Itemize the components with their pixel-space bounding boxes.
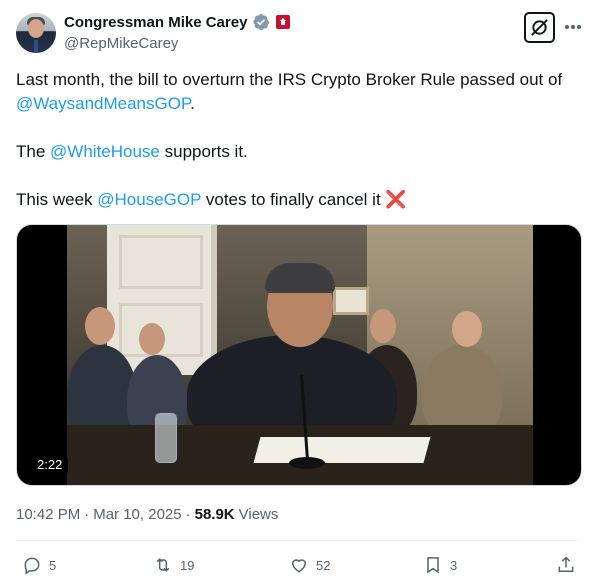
tweet-line-2-start: The: [16, 142, 51, 161]
more-icon: [565, 25, 581, 29]
reply-button[interactable]: 5: [22, 552, 56, 578]
meta-separator: ·: [185, 505, 191, 523]
like-count: 52: [316, 557, 331, 573]
share-button[interactable]: [556, 552, 576, 578]
microphone-base: [289, 457, 325, 469]
grok-icon: [531, 19, 548, 36]
divider: [16, 540, 582, 541]
tweet-line-3-end: votes to finally cancel it: [201, 190, 381, 209]
like-button[interactable]: 52: [289, 552, 330, 578]
house-seal-glyph: [280, 18, 287, 25]
bookmark-count: 3: [450, 557, 458, 573]
cross-mark-emoji: ❌: [385, 190, 407, 209]
tweet-meta: 10:42 PM · Mar 10, 2025 · 58.9K Views: [16, 504, 278, 524]
wall-frame: [333, 287, 369, 315]
person-right-1-head: [370, 309, 396, 343]
video-duration-badge: 2:22: [31, 455, 69, 475]
more-button[interactable]: [562, 14, 584, 40]
person-right-2-head: [452, 311, 482, 347]
person-left-head: [85, 307, 115, 345]
repost-button[interactable]: 19: [153, 552, 194, 578]
handle[interactable]: @RepMikeCarey: [64, 35, 290, 52]
reply-count: 5: [49, 557, 57, 573]
tweet-line-1-end: .: [190, 94, 195, 113]
like-icon: [291, 559, 307, 573]
avatar[interactable]: [16, 13, 56, 53]
tweet-line-1: Last month, the bill to overturn the IRS…: [16, 68, 582, 92]
tweet-date[interactable]: Mar 10, 2025: [93, 506, 181, 523]
mention-whitehouse[interactable]: @WhiteHouse: [50, 142, 160, 161]
repost-icon: [156, 558, 170, 572]
views-count: 58.9K: [194, 505, 235, 523]
repost-count: 19: [180, 557, 195, 573]
reply-icon: [24, 557, 40, 575]
bookmark-button[interactable]: 3: [423, 552, 457, 578]
grok-button[interactable]: [524, 12, 555, 43]
video-frame: [67, 225, 533, 485]
mention-waysandmeansgop[interactable]: @WaysandMeansGOP: [16, 94, 190, 113]
tweet-line-1b: @WaysandMeansGOP.: [16, 92, 582, 116]
share-icon: [558, 556, 574, 572]
tweet-text: Last month, the bill to overturn the IRS…: [16, 68, 582, 212]
display-name[interactable]: Congressman Mike Carey: [64, 14, 247, 31]
views-label: Views: [238, 505, 279, 523]
meta-separator: ·: [84, 505, 90, 523]
tweet-line-2: The @WhiteHouse supports it.: [16, 140, 582, 164]
avatar-tie: [34, 40, 38, 53]
bookmark-icon: [427, 557, 439, 574]
tweet-line-3-start: This week: [16, 190, 98, 209]
mention-housegop[interactable]: @HouseGOP: [97, 190, 201, 209]
verified-badge-icon[interactable]: [252, 13, 270, 31]
action-bar: 5 19 52 3: [0, 552, 598, 578]
papers: [253, 437, 431, 463]
tweet-line-3: This week @HouseGOP votes to finally can…: [16, 188, 582, 212]
avatar-face: [28, 19, 44, 38]
house-affiliation-icon[interactable]: [276, 15, 291, 29]
door-panel: [119, 235, 203, 289]
tweet-time[interactable]: 10:42 PM: [16, 506, 80, 523]
water-bottle: [155, 413, 177, 463]
tweet-line-1-text: Last month, the bill to overturn the IRS…: [16, 70, 563, 89]
video-player[interactable]: 2:22: [16, 224, 582, 486]
person-left-2-head: [139, 323, 165, 355]
white-door: [107, 225, 217, 375]
author-block: Congressman Mike Carey @RepMikeCarey: [64, 12, 291, 52]
speaker-hair: [265, 263, 335, 293]
tweet-line-2-end: supports it.: [159, 142, 248, 161]
name-row: Congressman Mike Carey: [64, 12, 291, 32]
